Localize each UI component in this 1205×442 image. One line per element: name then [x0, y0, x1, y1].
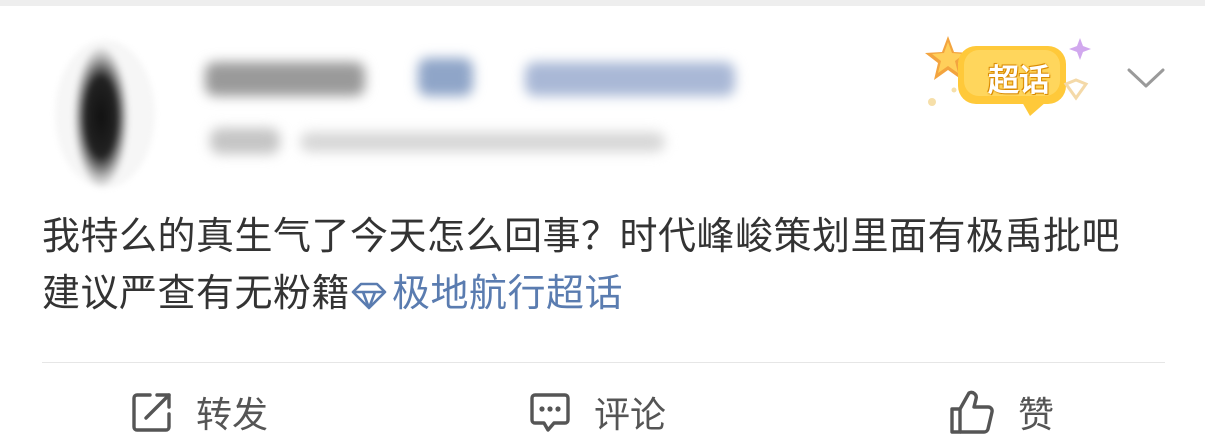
like-icon: [950, 390, 994, 434]
post-source-redacted: [300, 132, 665, 152]
top-edge: [0, 0, 1205, 6]
like-label: 赞: [1018, 395, 1055, 436]
user-title-redacted: [525, 62, 735, 96]
diamond-icon: [351, 282, 387, 310]
post-content: 我特么的真生气了今天怎么回事？时代峰峻策划里面有极禹批吧 建议严查有无粉籍 极地航…: [42, 208, 1167, 322]
repost-button[interactable]: 转发: [130, 382, 268, 442]
repost-label: 转发: [196, 395, 269, 436]
supertopic-badge[interactable]: 超话: [918, 32, 1098, 120]
repost-icon: [132, 393, 171, 432]
chevron-down-icon[interactable]: [1125, 58, 1167, 98]
user-badge-redacted: [418, 58, 473, 96]
avatar[interactable]: [55, 40, 155, 188]
post-time-redacted: [210, 128, 280, 154]
like-button[interactable]: 赞: [948, 382, 1054, 442]
topic-label: 极地航行超话: [392, 271, 624, 315]
topic-link[interactable]: 极地航行超话: [350, 271, 623, 315]
divider: [42, 362, 1165, 363]
comment-icon: [530, 393, 570, 432]
comment-label: 评论: [594, 395, 667, 436]
supertopic-badge-label: 超话: [988, 62, 1050, 99]
username-redacted[interactable]: [205, 62, 365, 96]
comment-button[interactable]: 评论: [528, 382, 666, 442]
